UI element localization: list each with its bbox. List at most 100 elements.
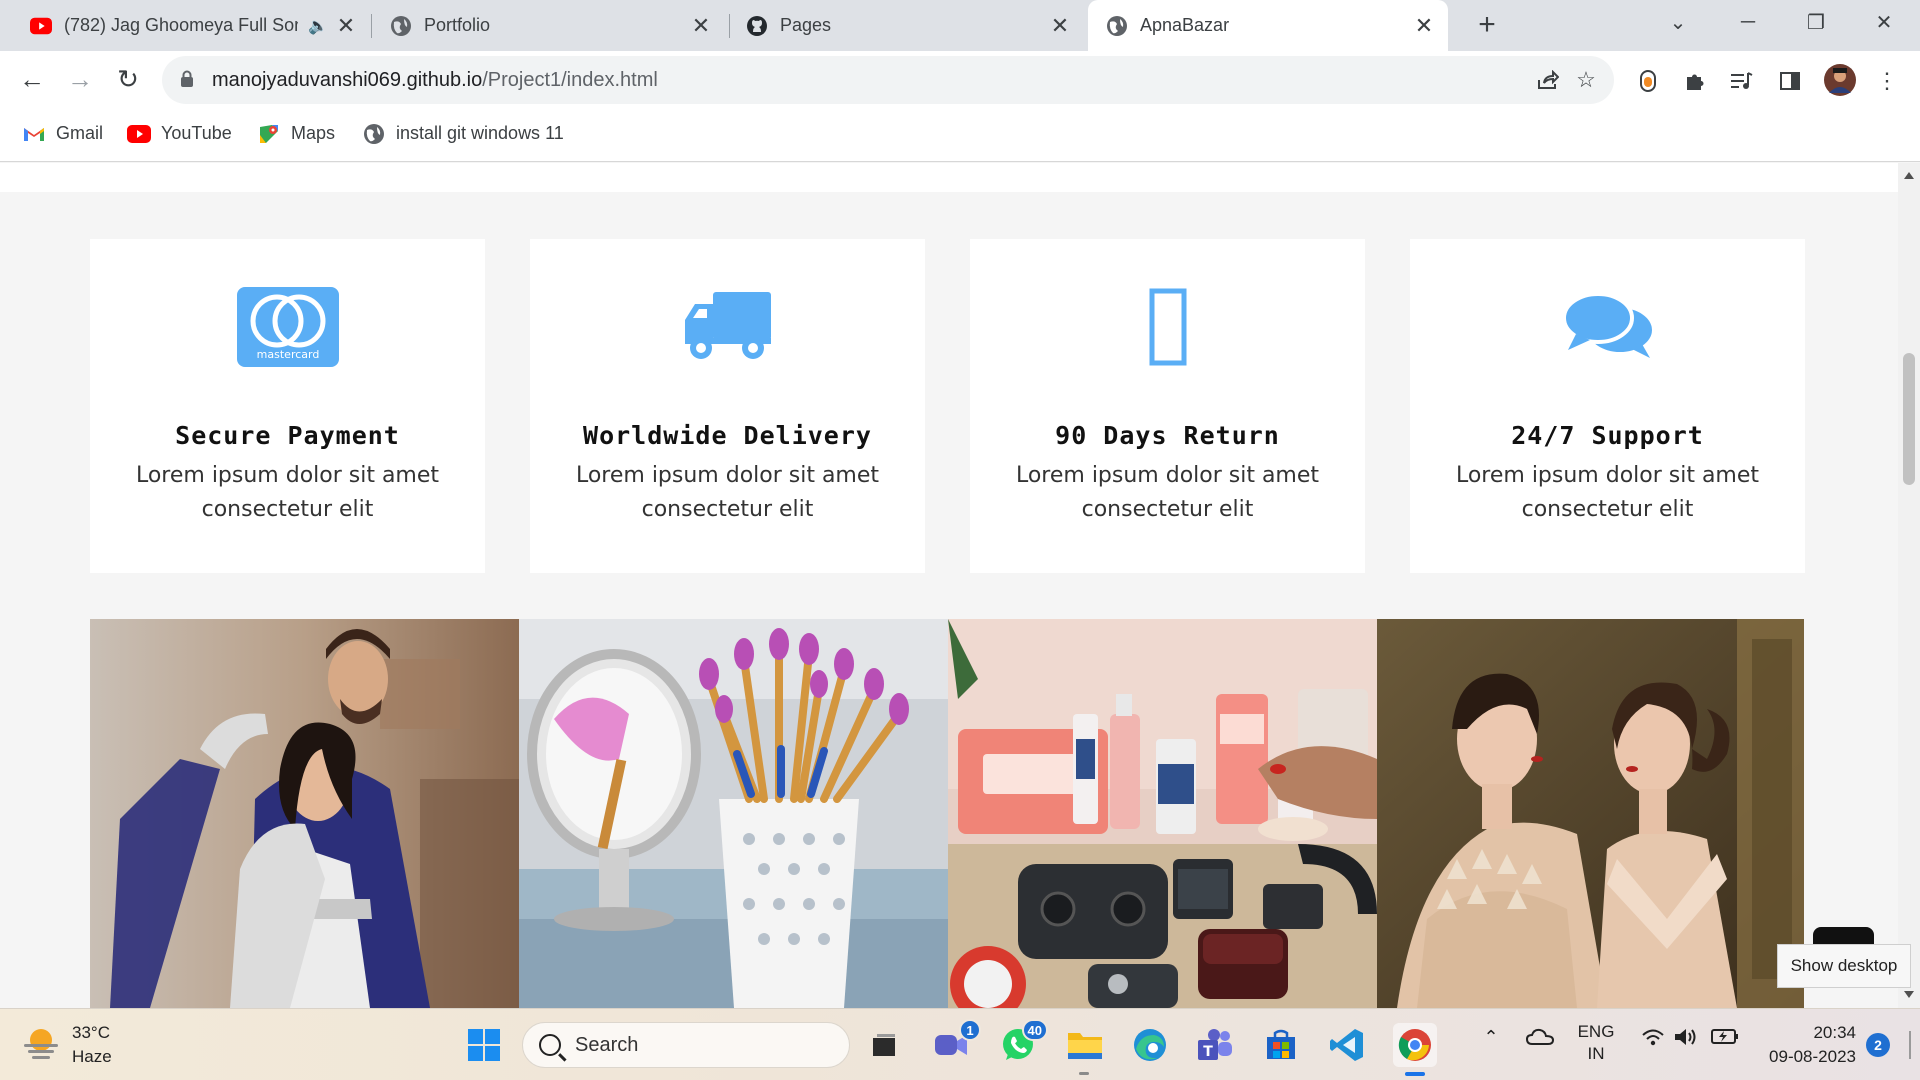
search-icon [539, 1034, 561, 1056]
tab-pages[interactable]: Pages ✕ [718, 0, 1084, 51]
gmail-icon [22, 124, 46, 144]
bookmark-star-icon[interactable]: ☆ [1572, 66, 1600, 94]
lock-icon[interactable] [180, 70, 194, 88]
browser-toolbar: ← → ↻ manojyaduvanshi069.github.io/Proje… [0, 51, 1920, 108]
gallery-image-skincare[interactable] [948, 619, 1377, 844]
bookmarks-bar: Gmail YouTube Maps install git windows 1… [0, 108, 1920, 162]
close-window-button[interactable]: ✕ [1854, 0, 1914, 44]
scroll-up-arrow-icon[interactable] [1904, 172, 1914, 179]
whatsapp-badge: 40 [1021, 1019, 1048, 1041]
file-explorer-icon[interactable] [1063, 1023, 1107, 1075]
show-hidden-icons-chevron-icon[interactable]: ⌃ [1479, 1027, 1503, 1048]
missing-glyph-icon [970, 287, 1365, 367]
meet-app-icon[interactable]: 1 [929, 1019, 981, 1067]
speaker-icon[interactable]: 🔈 [308, 16, 328, 36]
teams-app-icon[interactable]: T [1193, 1023, 1237, 1067]
active-indicator [1405, 1072, 1425, 1076]
chrome-menu-icon[interactable]: ⋮ [1873, 67, 1901, 95]
minimize-button[interactable]: ─ [1718, 0, 1778, 44]
clock-time: 20:34 [1813, 1023, 1856, 1042]
feature-card-24-7-support: 24/7 Support Lorem ipsum dolor sit amet … [1410, 239, 1805, 573]
gallery-image-couple[interactable] [90, 619, 519, 1008]
profile-avatar[interactable] [1823, 63, 1857, 97]
tab-strip: (782) Jag Ghoomeya Full Son 🔈 ✕ Portfoli… [0, 0, 1920, 51]
meet-badge: 1 [959, 1019, 981, 1041]
close-tab-icon[interactable]: ✕ [336, 13, 356, 39]
chat-icon [1410, 287, 1805, 367]
bookmark-maps[interactable]: Maps [257, 123, 335, 144]
scroll-down-arrow-icon[interactable] [1904, 991, 1914, 998]
tab-title: (782) Jag Ghoomeya Full Son [64, 15, 299, 35]
media-controls-icon[interactable] [1728, 67, 1756, 95]
tab-youtube[interactable]: (782) Jag Ghoomeya Full Son 🔈 ✕ [0, 0, 370, 51]
system-clock[interactable]: 20:34 09-08-2023 [1760, 1021, 1856, 1069]
svg-text:T: T [1203, 1044, 1213, 1060]
page-viewport: mastercard Secure Payment Lorem ipsum do… [0, 163, 1898, 1008]
battery-icon[interactable] [1710, 1027, 1740, 1045]
weather-widget[interactable]: 33°C Haze [22, 1021, 112, 1069]
mastercard-label: mastercard [256, 348, 319, 361]
bookmark-label: Gmail [56, 123, 104, 143]
bookmark-gmail[interactable]: Gmail [22, 123, 103, 144]
feature-title: 24/7 Support [1511, 421, 1704, 450]
bookmark-install-git[interactable]: install git windows 11 [362, 123, 564, 144]
tab-portfolio[interactable]: Portfolio ✕ [360, 0, 725, 51]
feature-title: Worldwide Delivery [583, 421, 872, 450]
url-text: manojyaduvanshi069.github.io/Project1/in… [212, 69, 658, 91]
start-button[interactable] [462, 1023, 506, 1067]
feature-desc: Lorem ipsum dolor sit amet consectetur e… [575, 463, 880, 522]
gallery-image-makeup-brushes[interactable] [519, 619, 948, 1008]
feature-desc: Lorem ipsum dolor sit amet consectetur e… [1015, 463, 1320, 522]
extensions-puzzle-icon[interactable] [1681, 67, 1709, 95]
microsoft-store-icon[interactable] [1259, 1023, 1303, 1067]
bookmark-label: install git windows 11 [396, 123, 564, 143]
running-indicator [1079, 1072, 1089, 1075]
show-desktop-button[interactable] [1909, 1031, 1911, 1059]
gallery-image-electronics[interactable] [948, 844, 1377, 1008]
weather-condition: Haze [72, 1047, 112, 1066]
tab-title: ApnaBazar [1140, 15, 1230, 35]
page-scrollbar[interactable] [1898, 163, 1920, 1008]
bookmark-youtube[interactable]: YouTube [127, 123, 232, 144]
notification-count-badge[interactable]: 2 [1866, 1033, 1890, 1057]
language-indicator[interactable]: ENG IN [1576, 1021, 1616, 1065]
tab-search-icon[interactable]: ⌄ [1648, 0, 1708, 44]
feature-desc: Lorem ipsum dolor sit amet consectetur e… [1455, 463, 1760, 522]
forward-button[interactable]: → [60, 59, 100, 99]
bookmark-label: YouTube [161, 123, 232, 143]
youtube-icon [127, 124, 151, 144]
feature-card-worldwide-delivery: Worldwide Delivery Lorem ipsum dolor sit… [530, 239, 925, 573]
globe-icon [362, 123, 386, 144]
close-tab-icon[interactable]: ✕ [1050, 13, 1070, 39]
side-panel-icon[interactable] [1776, 67, 1804, 95]
globe-icon [390, 15, 412, 37]
address-bar[interactable]: manojyaduvanshi069.github.io/Project1/in… [162, 56, 1614, 104]
taskbar-search[interactable]: Search [522, 1022, 850, 1068]
close-tab-icon[interactable]: ✕ [1414, 13, 1434, 39]
feature-desc: Lorem ipsum dolor sit amet consectetur e… [135, 463, 440, 522]
chrome-app-icon[interactable] [1393, 1023, 1437, 1076]
lang-code: ENG [1577, 1022, 1615, 1041]
weather-temp: 33°C [72, 1023, 110, 1042]
whatsapp-app-icon[interactable]: 40 [996, 1019, 1048, 1067]
onedrive-cloud-icon[interactable] [1524, 1027, 1556, 1045]
edge-browser-icon[interactable] [1128, 1023, 1172, 1067]
extension-honey-icon[interactable] [1634, 67, 1662, 95]
wifi-icon[interactable] [1640, 1027, 1666, 1047]
truck-icon [530, 287, 925, 367]
youtube-icon [30, 15, 52, 37]
task-view-button[interactable] [862, 1023, 906, 1067]
restore-button[interactable]: ❐ [1786, 0, 1846, 44]
bookmark-label: Maps [291, 123, 336, 143]
close-tab-icon[interactable]: ✕ [691, 13, 711, 39]
reload-button[interactable]: ↻ [108, 59, 148, 99]
new-tab-button[interactable]: + [1467, 6, 1507, 46]
volume-icon[interactable] [1673, 1027, 1699, 1047]
tab-apnabazar[interactable]: ApnaBazar ✕ [1088, 0, 1448, 51]
scrollbar-thumb[interactable] [1903, 353, 1915, 485]
windows-taskbar: 33°C Haze Search 1 40 T ⌃ ENG IN 20:34 0… [0, 1008, 1920, 1080]
share-icon[interactable] [1534, 66, 1562, 94]
gallery-image-fashion-women[interactable] [1377, 619, 1804, 1008]
vscode-app-icon[interactable] [1325, 1023, 1369, 1067]
back-button[interactable]: ← [12, 59, 52, 99]
